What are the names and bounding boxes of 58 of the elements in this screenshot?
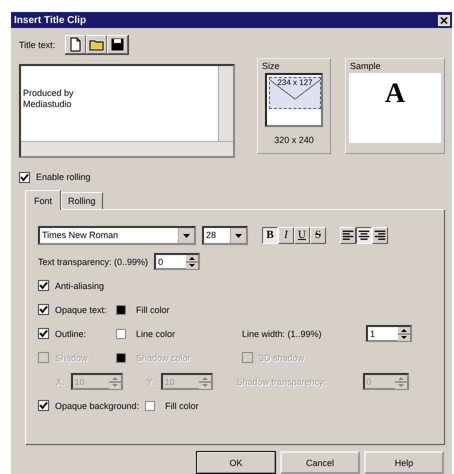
spin-field[interactable]: 1 [366,325,412,342]
style-button[interactable]: B [262,226,278,244]
style-button[interactable]: U [294,226,310,244]
color-label: Fill color [136,304,170,314]
checkbox[interactable] [19,172,30,182]
align-left-icon [341,228,355,242]
vertical-scrollbar[interactable] [218,66,233,142]
sample-text: A [384,79,406,111]
toolbar-button[interactable] [86,35,108,54]
selection-rect: 234 x 127 [269,77,321,109]
horizontal-scrollbar[interactable] [21,141,233,156]
style-button[interactable]: I [278,226,294,244]
field-label: Text transparency: (0..99%) [38,256,148,266]
checkbox[interactable] [38,280,49,291]
dialog-button[interactable]: Cancel [280,451,360,474]
dropdown[interactable]: 28 [202,226,248,244]
color-swatch[interactable] [116,304,126,314]
spin-arrows-icon [186,254,198,268]
spin-arrows-icon [108,374,121,388]
dialog-button[interactable]: OK [196,451,276,474]
tab[interactable]: Rolling [61,192,103,209]
checkbox-label: Opaque background: [55,400,140,410]
dialog-button[interactable]: Help [364,451,444,474]
color-swatch[interactable] [116,328,126,338]
toolbar-button[interactable] [107,35,128,54]
spin-arrows-icon [394,374,407,388]
spin-arrows-icon [398,326,410,340]
tab[interactable]: Font [25,190,62,210]
color-label: Fill color [165,400,199,410]
size-preview[interactable]: 234 x 127 [265,73,323,127]
align-center-icon [357,228,371,242]
checkbox[interactable] [38,304,49,315]
field-label: Title text: [19,40,56,50]
checkbox-label: Enable rolling [36,172,91,182]
checkbox-label: Anti-aliasing [55,280,104,290]
color-label: Line color [136,328,176,338]
color-swatch[interactable] [145,400,156,410]
style-button[interactable]: S [310,226,326,244]
spin-arrows-icon [198,374,211,388]
text-area[interactable]: Produced by Mediastudio [19,64,235,158]
spin-field[interactable]: 0 [154,253,200,270]
dropdown[interactable]: Times New Roman [38,226,196,244]
align-right-icon [373,228,387,242]
group-label: Sample [349,60,382,73]
window-title: Insert Title Clip [14,14,86,26]
checkbox-label: Opaque text: [55,304,107,314]
dropdown-arrow-icon [230,228,246,242]
field-label: Line width: (1..99%) [242,328,323,338]
dropdown-arrow-icon [178,228,194,242]
toolbar-button[interactable] [65,35,86,54]
align-button[interactable] [356,226,372,244]
checkbox[interactable] [38,400,49,411]
close-icon [438,14,450,26]
checkbox-label: Outline: [55,328,86,338]
new-file-icon [68,37,84,52]
checkbox[interactable] [38,328,49,339]
group-label: Size [261,60,281,73]
frame-size-text: 320 x 240 [274,135,314,145]
